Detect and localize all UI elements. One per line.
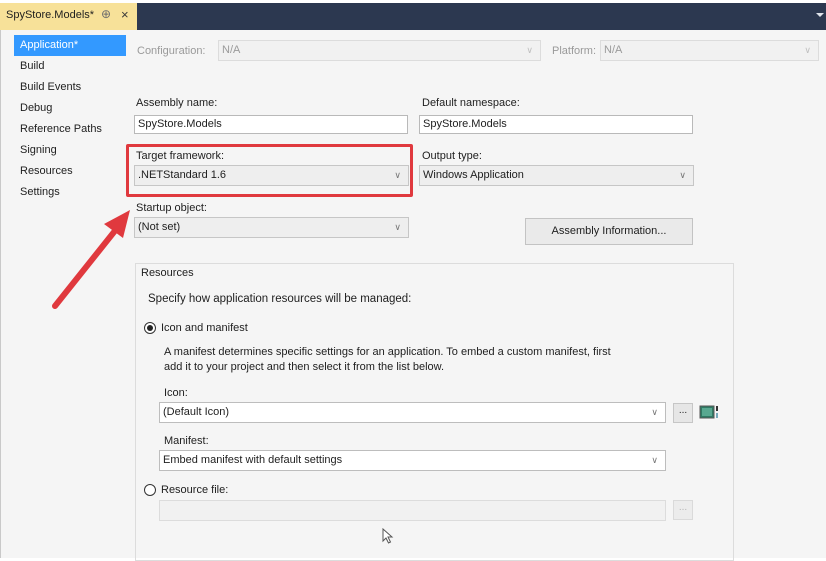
property-page-nav: Application* Build Build Events Debug Re…: [14, 35, 126, 203]
nav-item-application[interactable]: Application*: [14, 35, 126, 56]
configuration-label: Configuration:: [137, 45, 206, 57]
chevron-down-icon: ∨: [804, 45, 811, 55]
output-type-select[interactable]: Windows Application ∨: [419, 165, 694, 186]
tab-well: [137, 3, 826, 30]
nav-item-build[interactable]: Build: [14, 56, 126, 77]
icon-manifest-radio[interactable]: [144, 322, 156, 334]
chevron-down-icon: ∨: [526, 45, 533, 55]
icon-manifest-label[interactable]: Icon and manifest: [161, 322, 248, 334]
nav-item-reference-paths[interactable]: Reference Paths: [14, 119, 126, 140]
manifest-select[interactable]: Embed manifest with default settings ∨: [159, 450, 666, 471]
platform-select: N/A ∨: [600, 40, 819, 61]
manifest-value: Embed manifest with default settings: [163, 454, 343, 466]
startup-object-label: Startup object:: [136, 202, 207, 214]
icon-value: (Default Icon): [163, 406, 230, 418]
chevron-down-icon: ∨: [394, 222, 401, 232]
output-type-label: Output type:: [422, 150, 482, 162]
nav-item-settings[interactable]: Settings: [14, 182, 126, 203]
document-tab-title: SpyStore.Models*: [6, 9, 95, 21]
startup-object-select[interactable]: (Not set) ∨: [134, 217, 409, 238]
nav-item-resources[interactable]: Resources: [14, 161, 126, 182]
default-namespace-input[interactable]: SpyStore.Models: [419, 115, 693, 134]
resources-group-title: Resources: [141, 267, 194, 279]
resource-file-browse-button: ...: [673, 500, 693, 520]
assembly-name-input[interactable]: SpyStore.Models: [134, 115, 408, 134]
icon-preview-icon: [699, 404, 720, 421]
manifest-help-text-line1: A manifest determines specific settings …: [164, 346, 611, 358]
document-tab[interactable]: SpyStore.Models* ⊕ ×: [0, 3, 137, 30]
document-tab-strip: SpyStore.Models* ⊕ ×: [0, 0, 826, 30]
target-framework-highlight-box: [126, 144, 413, 197]
assembly-name-label: Assembly name:: [136, 97, 218, 109]
chevron-down-icon: ∨: [651, 407, 658, 417]
output-type-value: Windows Application: [423, 169, 524, 181]
configuration-value: N/A: [222, 44, 241, 56]
chevron-down-icon[interactable]: [816, 13, 824, 17]
assembly-information-button[interactable]: Assembly Information...: [525, 218, 693, 245]
nav-item-debug[interactable]: Debug: [14, 98, 126, 119]
mouse-cursor-icon: [382, 527, 396, 544]
icon-browse-button[interactable]: ...: [673, 403, 693, 423]
chevron-down-icon: ∨: [651, 455, 658, 465]
nav-item-build-events[interactable]: Build Events: [14, 77, 126, 98]
platform-label: Platform:: [552, 45, 597, 57]
resource-file-input: [159, 500, 666, 521]
startup-object-value: (Not set): [138, 221, 181, 233]
configuration-select: N/A ∨: [218, 40, 541, 61]
chevron-down-icon: ∨: [679, 170, 686, 180]
manifest-label: Manifest:: [164, 435, 209, 447]
icon-label: Icon:: [164, 387, 188, 399]
project-properties-designer: Application* Build Build Events Debug Re…: [0, 30, 826, 561]
platform-value: N/A: [604, 44, 623, 56]
resources-description: Specify how application resources will b…: [148, 293, 412, 305]
close-icon[interactable]: ×: [121, 7, 129, 22]
resource-file-label[interactable]: Resource file:: [161, 484, 228, 496]
manifest-help-text-line2: add it to your project and then select i…: [164, 361, 445, 373]
pin-icon[interactable]: ⊕: [101, 7, 111, 21]
resource-file-radio[interactable]: [144, 484, 156, 496]
default-namespace-label: Default namespace:: [422, 97, 520, 109]
nav-item-signing[interactable]: Signing: [14, 140, 126, 161]
icon-select[interactable]: (Default Icon) ∨: [159, 402, 666, 423]
